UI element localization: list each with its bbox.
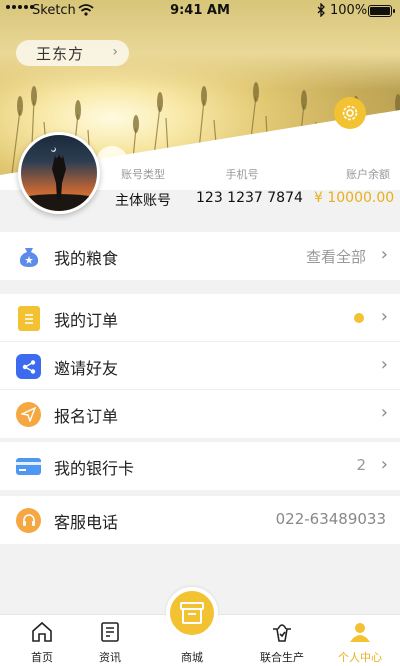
- chevron-right-icon: ›: [380, 354, 388, 375]
- tab-label: 商城: [181, 651, 203, 664]
- service-card: 客服电话 022-63489033: [0, 496, 400, 544]
- menu-item-invite[interactable]: 邀请好友 ›: [0, 342, 400, 390]
- chevron-right-icon: ›: [380, 402, 388, 423]
- menu-item-bank-card[interactable]: 我的银行卡 2 ›: [0, 442, 400, 490]
- avatar[interactable]: [18, 132, 100, 214]
- grain-bag-icon: [16, 244, 41, 269]
- account-type-label: 账号类型: [121, 168, 165, 181]
- tab-label: 资讯: [99, 651, 121, 664]
- view-all-link[interactable]: 查看全部: [306, 246, 366, 267]
- account-type-value: 主体账号: [115, 193, 171, 209]
- profile-icon: [350, 623, 370, 642]
- menu-item-label: 客服电话: [54, 513, 119, 532]
- menu-item-grain[interactable]: 我的粮食 查看全部 ›: [0, 232, 400, 280]
- menu-item-orders[interactable]: 我的订单 ›: [0, 294, 400, 342]
- news-icon: [101, 622, 119, 642]
- balance-label: 账户余额: [346, 168, 390, 181]
- chevron-right-icon: ›: [380, 244, 388, 265]
- orders-card: 我的订单 › 邀请好友 › 报名订单 ›: [0, 294, 400, 438]
- tab-news[interactable]: 资讯: [70, 615, 150, 666]
- tab-label: 个人中心: [338, 651, 382, 664]
- bank-card-count: 2: [356, 456, 366, 474]
- menu-item-service-phone[interactable]: 客服电话 022-63489033: [0, 496, 400, 544]
- balance-value: ¥ 10000.00: [314, 190, 395, 206]
- phone-value: 123 1237 7874: [196, 190, 303, 206]
- bank-card-card: 我的银行卡 2 ›: [0, 442, 400, 490]
- menu-item-label: 报名订单: [54, 407, 119, 426]
- menu-item-label: 我的银行卡: [54, 459, 135, 478]
- phone-label: 手机号: [225, 168, 259, 181]
- phone-stat: 手机号 123 1237 7874: [196, 166, 303, 206]
- paper-plane-icon: [16, 402, 41, 427]
- menu-item-label: 我的粮食: [54, 249, 119, 268]
- user-name: 王东方: [36, 44, 85, 63]
- service-phone-number[interactable]: 022-63489033: [276, 510, 386, 528]
- battery-icon: [368, 5, 395, 17]
- account-type-stat: 账号类型 主体账号: [115, 166, 171, 210]
- gear-icon: [342, 105, 358, 121]
- settings-button[interactable]: [334, 97, 366, 129]
- menu-item-label: 我的订单: [54, 311, 119, 330]
- home-icon: [32, 621, 52, 642]
- tab-label: 联合生产: [260, 651, 304, 664]
- menu-item-signup-orders[interactable]: 报名订单 ›: [0, 390, 400, 438]
- chevron-right-icon: ›: [380, 306, 388, 327]
- order-list-icon: [18, 306, 40, 331]
- menu-item-label: 邀请好友: [54, 359, 119, 378]
- user-name-button[interactable]: 王东方 ›: [16, 40, 129, 66]
- tab-profile[interactable]: 个人中心: [320, 615, 400, 666]
- bluetooth-icon: [317, 3, 325, 17]
- grain-card: 我的粮食 查看全部 ›: [0, 232, 400, 280]
- avatar-silhouette-image: [21, 147, 97, 211]
- bank-card-icon: [16, 458, 41, 475]
- share-icon: [16, 354, 41, 379]
- chevron-right-icon: ›: [112, 44, 119, 60]
- status-bar: Sketch 9:41 AM 100%: [0, 0, 400, 22]
- headset-icon: [16, 508, 41, 533]
- tab-joint-production[interactable]: 联合生产: [242, 615, 322, 666]
- balance-stat: 账户余额 ¥ 10000.00: [314, 166, 395, 206]
- shop-center-button[interactable]: [166, 587, 218, 639]
- notification-dot: [354, 313, 364, 323]
- battery-percent: 100%: [330, 3, 368, 18]
- production-icon: [273, 624, 291, 642]
- chevron-right-icon: ›: [380, 454, 388, 475]
- shop-icon: [180, 602, 204, 624]
